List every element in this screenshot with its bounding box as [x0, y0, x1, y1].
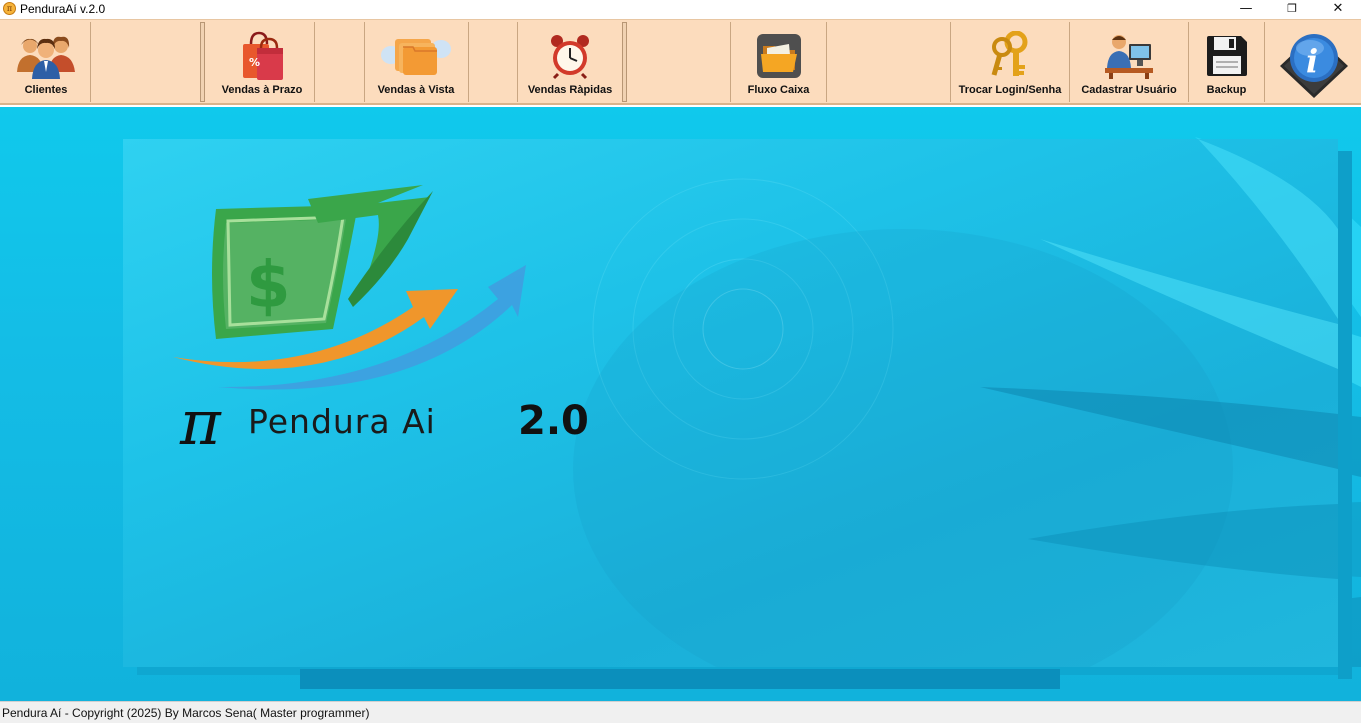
close-button[interactable]: ✕: [1315, 0, 1361, 17]
toolbar-divider: [468, 22, 469, 102]
cadastrar-usuario-label: Cadastrar Usuário: [1081, 84, 1177, 96]
app-logo-icon: π: [3, 2, 16, 15]
restore-button[interactable]: ❐: [1269, 0, 1315, 17]
title-bar: π PenduraAí v.2.0 — ❐ ✕: [0, 0, 1361, 17]
splash-shadow: [1338, 151, 1352, 679]
toolbar-divider: [90, 22, 91, 102]
user-computer-icon: [1103, 30, 1155, 82]
toolbar-grip[interactable]: [200, 22, 205, 102]
status-text: Pendura Aí - Copyright (2025) By Marcos …: [2, 705, 370, 720]
vendas-prazo-button[interactable]: % Vendas à Prazo: [210, 22, 314, 104]
splash-shadow: [300, 669, 1060, 689]
vendas-vista-button[interactable]: Vendas à Vista: [364, 22, 468, 104]
cadastrar-usuario-button[interactable]: Cadastrar Usuário: [1070, 22, 1188, 104]
status-bar: Pendura Aí - Copyright (2025) By Marcos …: [0, 701, 1361, 723]
window-title: PenduraAí v.2.0: [20, 1, 106, 16]
svg-text:i: i: [1306, 42, 1318, 80]
floppy-disk-icon: [1205, 30, 1249, 82]
backup-button[interactable]: Backup: [1189, 22, 1264, 104]
shopping-bag-icon: %: [237, 30, 287, 82]
trocar-login-label: Trocar Login/Senha: [958, 84, 1062, 96]
keys-icon: [988, 30, 1032, 82]
info-button[interactable]: i: [1272, 22, 1356, 104]
vendas-vista-label: Vendas à Vista: [377, 84, 455, 96]
brand-pi-symbol: π: [180, 386, 221, 459]
toolbar-grip[interactable]: [622, 22, 627, 102]
toolbar: Clientes % Vendas à Prazo Vendas à Vista…: [0, 19, 1361, 105]
folders-hand-icon: [379, 30, 453, 82]
toolbar-divider: [1264, 22, 1265, 102]
minimize-button[interactable]: —: [1223, 0, 1269, 17]
toolbar-divider: [826, 22, 827, 102]
splash-panel: $ π Pendura Ai 2.0: [123, 139, 1338, 667]
alarm-clock-icon: [548, 30, 592, 82]
vendas-prazo-label: Vendas à Prazo: [221, 84, 303, 96]
svg-text:%: %: [249, 56, 260, 69]
window-controls: — ❐ ✕: [1223, 0, 1361, 17]
fluxo-caixa-button[interactable]: Fluxo Caixa: [731, 22, 826, 104]
info-icon: i: [1276, 26, 1352, 102]
dollar-sign: $: [246, 249, 291, 323]
brand-version: 2.0: [518, 398, 589, 444]
pendura-logo: $: [173, 185, 526, 390]
vendas-rapidas-button[interactable]: Vendas Ràpidas: [518, 22, 622, 104]
clientes-label: Clientes: [24, 84, 68, 96]
clientes-button[interactable]: Clientes: [2, 22, 90, 104]
users-icon: [15, 30, 77, 82]
vendas-rapidas-label: Vendas Ràpidas: [527, 84, 613, 96]
toolbar-divider: [314, 22, 315, 102]
folder-icon: [755, 30, 803, 82]
backup-label: Backup: [1206, 84, 1247, 96]
fluxo-caixa-label: Fluxo Caixa: [747, 84, 810, 96]
trocar-login-button[interactable]: Trocar Login/Senha: [951, 22, 1069, 104]
app-window: π PenduraAí v.2.0 — ❐ ✕ Clientes % Venda…: [0, 0, 1361, 723]
main-area: $ π Pendura Ai 2.0: [0, 107, 1361, 701]
brand-name: Pendura Ai: [248, 402, 436, 441]
